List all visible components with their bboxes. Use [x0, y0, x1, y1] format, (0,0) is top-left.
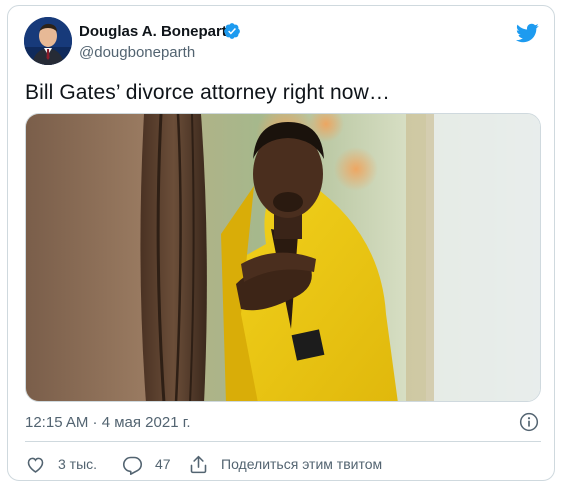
heart-icon: [27, 457, 44, 473]
reply-icon: [122, 456, 143, 475]
twitter-bird-icon[interactable]: [515, 21, 539, 45]
tweet-timestamp[interactable]: 12:15 AM · 4 мая 2021 г.: [25, 414, 191, 432]
avatar[interactable]: [24, 17, 72, 65]
like-button[interactable]: 3 тыс.: [25, 452, 97, 476]
share-label: Поделиться этим твитом: [221, 456, 383, 472]
divider: [25, 441, 541, 442]
author-handle[interactable]: @dougboneparth: [79, 44, 195, 62]
info-icon[interactable]: [519, 412, 539, 432]
like-count: 3 тыс.: [58, 456, 98, 472]
verified-badge-icon: [224, 23, 240, 39]
tweet-card: Douglas A. Boneparth @dougboneparth Bill…: [7, 5, 555, 481]
tweet-media-image[interactable]: [25, 113, 541, 402]
reply-count: 47: [155, 456, 171, 472]
reply-button[interactable]: 47: [122, 452, 171, 476]
share-button[interactable]: Поделиться этим твитом: [188, 452, 382, 476]
tweet-text: Bill Gates’ divorce attorney right now…: [25, 81, 390, 104]
share-icon: [190, 455, 207, 473]
author-name[interactable]: Douglas A. Boneparth: [79, 23, 236, 41]
